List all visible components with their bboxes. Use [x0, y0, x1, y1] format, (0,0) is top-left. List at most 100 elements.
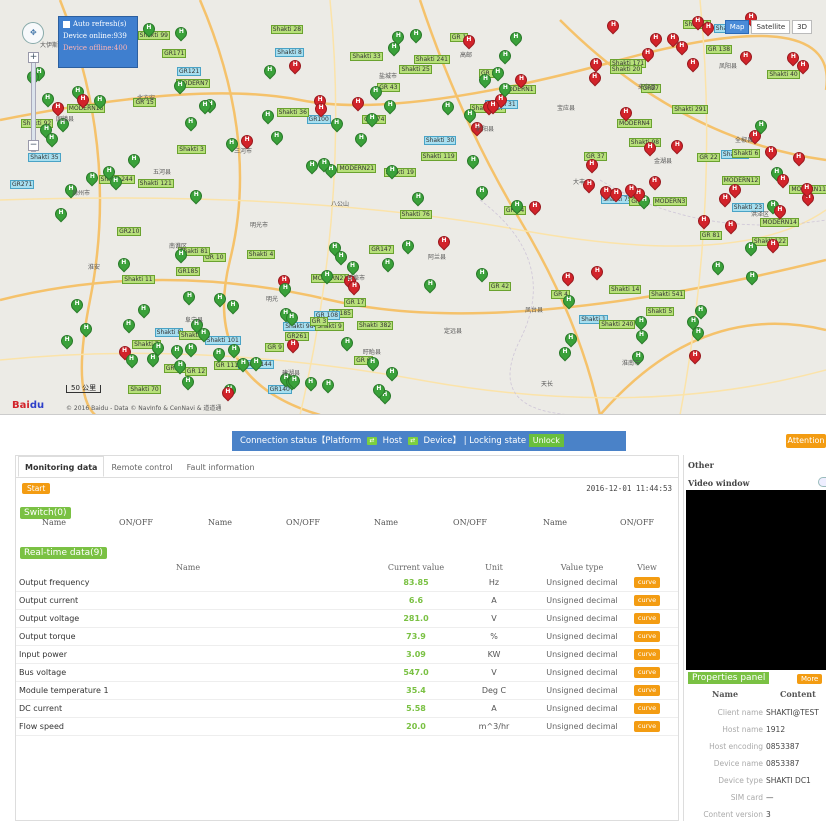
offline-device-marker-icon[interactable]: H [345, 278, 363, 298]
online-device-marker-icon[interactable]: H [328, 115, 346, 135]
offline-device-marker-icon[interactable]: H [286, 57, 304, 77]
online-device-marker-icon[interactable]: H [91, 92, 109, 112]
online-device-marker-icon[interactable]: H [276, 280, 294, 300]
offline-device-marker-icon[interactable]: H [771, 202, 789, 222]
online-device-marker-icon[interactable]: H [389, 28, 407, 48]
online-device-marker-icon[interactable]: H [187, 187, 205, 207]
online-device-marker-icon[interactable]: H [496, 47, 514, 67]
offline-device-marker-icon[interactable]: H [774, 171, 792, 191]
device-label-tag[interactable]: GR210 [117, 227, 142, 237]
video-window[interactable] [686, 490, 826, 670]
more-button[interactable]: More [797, 674, 823, 684]
online-device-marker-icon[interactable]: H [135, 301, 153, 321]
online-device-marker-icon[interactable]: H [315, 155, 333, 175]
device-label-tag[interactable]: GR 3 [309, 316, 329, 326]
online-device-marker-icon[interactable]: H [562, 330, 580, 350]
device-label-tag[interactable]: GR 9 [265, 343, 284, 353]
online-device-marker-icon[interactable]: H [367, 83, 385, 103]
online-device-marker-icon[interactable]: H [364, 354, 382, 374]
online-device-marker-icon[interactable]: H [247, 354, 265, 374]
online-device-marker-icon[interactable]: H [171, 357, 189, 377]
offline-device-marker-icon[interactable]: H [617, 104, 635, 124]
online-device-marker-icon[interactable]: H [409, 189, 427, 209]
offline-device-marker-icon[interactable]: H [684, 55, 702, 75]
online-device-marker-icon[interactable]: H [210, 345, 227, 365]
offline-device-marker-icon[interactable]: H [686, 347, 704, 367]
online-device-marker-icon[interactable]: H [399, 237, 417, 257]
device-label-tag[interactable]: GR 138 [705, 44, 733, 54]
offline-device-marker-icon[interactable]: H [435, 233, 453, 253]
device-label-tag[interactable]: Shakti 119 [420, 151, 457, 161]
offline-device-marker-icon[interactable]: H [284, 336, 302, 356]
device-label-tag[interactable]: GR271 [10, 180, 35, 190]
curve-button[interactable]: curve [634, 703, 660, 714]
online-device-marker-icon[interactable]: H [332, 248, 350, 268]
online-device-marker-icon[interactable]: H [352, 130, 370, 150]
online-device-marker-icon[interactable]: H [172, 24, 190, 44]
online-device-marker-icon[interactable]: H [100, 163, 118, 183]
device-label-tag[interactable]: GR 17 [344, 297, 367, 307]
offline-device-marker-icon[interactable]: H [722, 217, 740, 237]
online-device-marker-icon[interactable]: H [283, 309, 301, 329]
online-device-marker-icon[interactable]: H [379, 255, 397, 275]
curve-button[interactable]: curve [634, 649, 660, 660]
online-device-marker-icon[interactable]: H [224, 297, 242, 317]
map-type-satellite[interactable]: Satellite [751, 20, 791, 34]
device-label-tag[interactable]: GR171 [162, 49, 187, 59]
offline-device-marker-icon[interactable]: H [580, 176, 598, 196]
device-label-tag[interactable]: MODERN21 [337, 163, 377, 173]
online-device-marker-icon[interactable]: H [125, 151, 143, 171]
curve-button[interactable]: curve [634, 613, 660, 624]
device-label-tag[interactable]: Shakti 14 [609, 285, 642, 295]
offline-device-marker-icon[interactable]: H [586, 69, 604, 89]
online-device-marker-icon[interactable]: H [268, 128, 286, 148]
device-label-tag[interactable]: GR 81 [699, 231, 723, 241]
online-device-marker-icon[interactable]: H [473, 265, 491, 285]
device-label-tag[interactable]: Shakti 28 [270, 25, 304, 35]
online-device-marker-icon[interactable]: H [489, 64, 507, 84]
offline-device-marker-icon[interactable]: H [312, 100, 330, 120]
offline-device-marker-icon[interactable]: H [484, 97, 502, 117]
online-device-marker-icon[interactable]: H [261, 62, 279, 82]
online-device-marker-icon[interactable]: H [632, 313, 650, 333]
device-label-tag[interactable]: Shakti 121 [137, 179, 174, 188]
offline-device-marker-icon[interactable]: H [790, 149, 808, 169]
offline-device-marker-icon[interactable]: H [588, 263, 606, 283]
auto-refresh-checkbox[interactable] [63, 20, 70, 28]
offline-device-marker-icon[interactable]: H [668, 137, 686, 157]
device-label-tag[interactable]: GR185 [175, 266, 201, 276]
online-device-marker-icon[interactable]: H [338, 334, 356, 354]
online-device-marker-icon[interactable]: H [743, 268, 761, 288]
online-device-marker-icon[interactable]: H [211, 290, 229, 310]
tab-monitoring-data[interactable]: Monitoring data [18, 456, 105, 477]
curve-button[interactable]: curve [634, 631, 660, 642]
online-device-marker-icon[interactable]: H [508, 197, 526, 217]
online-device-marker-icon[interactable]: H [68, 296, 86, 316]
device-label-tag[interactable]: GR147 [369, 245, 394, 255]
online-device-marker-icon[interactable]: H [179, 373, 197, 393]
device-label-tag[interactable]: Shakti 30 [423, 135, 457, 145]
curve-button[interactable]: curve [634, 667, 660, 678]
online-device-marker-icon[interactable]: H [692, 302, 710, 322]
online-device-marker-icon[interactable]: H [180, 288, 198, 308]
online-device-marker-icon[interactable]: H [407, 26, 425, 46]
start-button[interactable]: Start [22, 483, 51, 494]
device-label-tag[interactable]: Shakti 11 [122, 274, 155, 284]
curve-button[interactable]: curve [634, 577, 660, 588]
online-device-marker-icon[interactable]: H [464, 152, 482, 172]
device-label-tag[interactable]: Shakti 33 [350, 51, 383, 61]
online-device-marker-icon[interactable]: H [303, 157, 321, 177]
zoom-in-button[interactable]: + [28, 52, 39, 63]
device-label-tag[interactable]: Shakti 240 [599, 319, 636, 329]
device-label-tag[interactable]: Shakti 8 [275, 47, 304, 57]
online-device-marker-icon[interactable]: H [144, 350, 162, 370]
device-label-tag[interactable]: GR121 [177, 66, 202, 76]
offline-device-marker-icon[interactable]: H [689, 13, 707, 33]
online-device-marker-icon[interactable]: H [182, 340, 200, 360]
device-label-tag[interactable]: Shakti 4 [246, 249, 276, 259]
online-device-marker-icon[interactable]: H [123, 351, 141, 371]
online-device-marker-icon[interactable]: H [752, 117, 770, 137]
online-device-marker-icon[interactable]: H [507, 29, 525, 49]
online-device-marker-icon[interactable]: H [496, 80, 514, 100]
device-label-tag[interactable]: Shakti 25 [399, 65, 432, 75]
